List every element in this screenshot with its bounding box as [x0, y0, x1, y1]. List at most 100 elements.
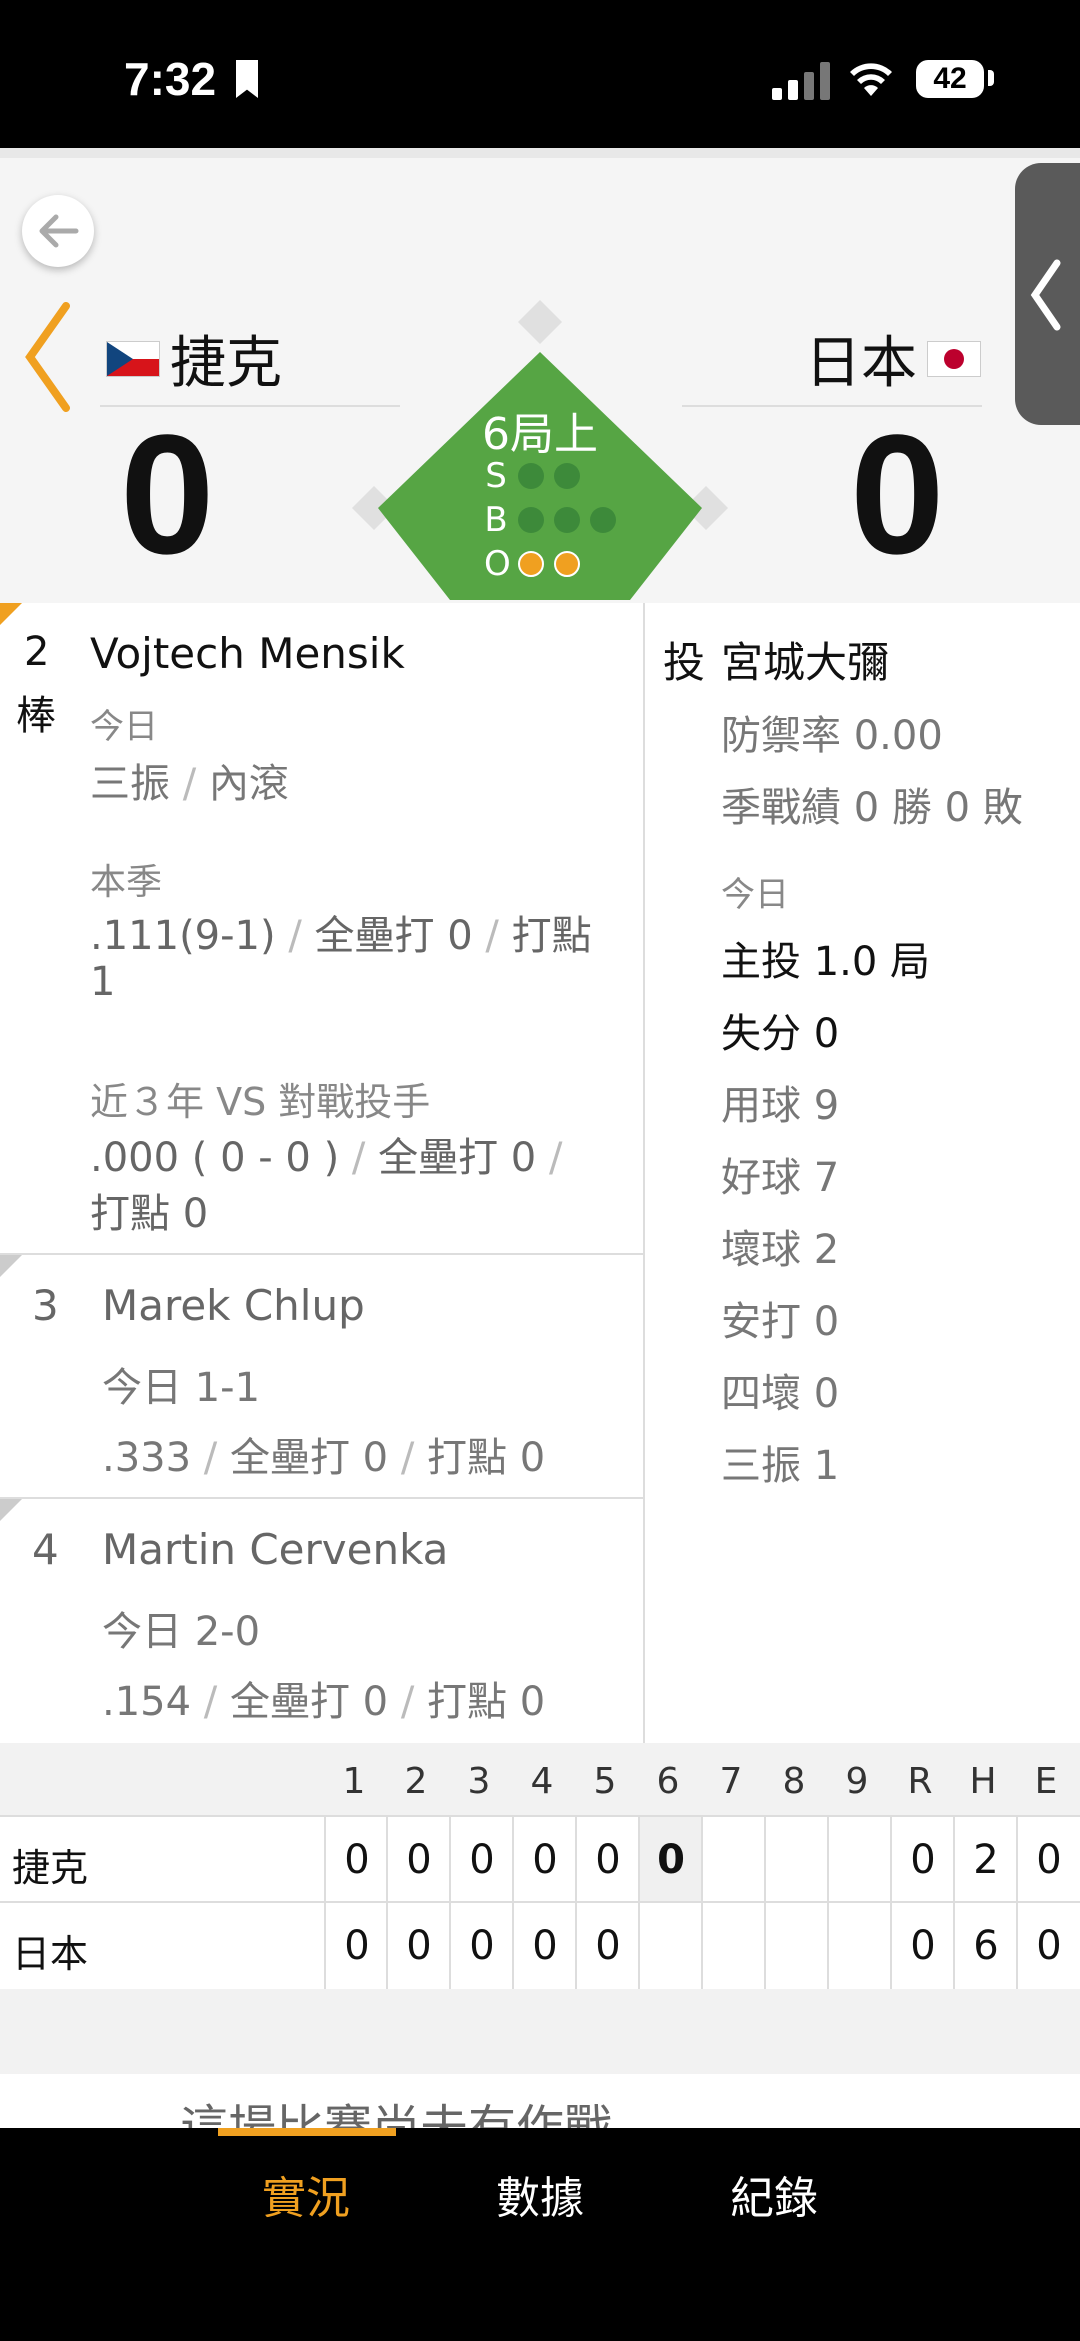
- vs-hr: 全壘打 0: [378, 1135, 537, 1181]
- score-cell: [827, 1817, 891, 1903]
- score-cell: [701, 1903, 765, 1989]
- side-panel-tab[interactable]: [1015, 163, 1080, 425]
- strike-dot: [518, 463, 544, 489]
- score-cell: 0: [449, 1817, 513, 1903]
- score-cell: [764, 1817, 828, 1903]
- score-cell: 0: [386, 1903, 450, 1989]
- out-dot: [554, 551, 580, 577]
- on-deck-avg: .154: [102, 1679, 192, 1725]
- pitcher-era: 防禦率 0.00: [721, 713, 943, 759]
- away-team: 捷克: [106, 318, 282, 399]
- pitcher-column: 投 宮城大彌 防禦率 0.00 季戰績 0 勝 0 敗 今日 主投 1.0 局 …: [645, 603, 1080, 1743]
- linescore-table: 1 2 3 4 5 6 7 8 9 R H E 捷克 0 0 0 0 0 0 0…: [0, 1743, 1080, 1991]
- header-cell: 6: [656, 1761, 680, 1802]
- result-2: 內滾: [208, 761, 289, 807]
- vs-stats: .000 ( 0 - 0 ) / 全壘打 0 /: [90, 1135, 563, 1181]
- card-marker: [0, 1255, 22, 1277]
- hits-cell: 2: [953, 1817, 1017, 1903]
- season-avg: .111(9-1): [90, 913, 276, 959]
- score-cell: [701, 1817, 765, 1903]
- score-cell: 0: [386, 1817, 450, 1903]
- today-results: 三振 / 內滾: [90, 761, 289, 807]
- score-cell: [827, 1903, 891, 1989]
- on-deck-hr: 全壘打 0: [229, 1435, 389, 1481]
- score-cell: [764, 1903, 828, 1989]
- score-cell: 0: [324, 1903, 388, 1989]
- away-score: 0: [120, 400, 215, 590]
- row-team: 捷克: [12, 1846, 89, 1890]
- current-batter-marker: [0, 603, 22, 625]
- result-1: 三振: [90, 761, 170, 807]
- table-row: 日本 0 0 0 0 0 0 6 0: [0, 1901, 1080, 1991]
- vs-label: 近３年 VS 對戰投手: [90, 1080, 431, 1124]
- on-deck-hr: 全壘打 0: [229, 1679, 389, 1725]
- ball-count: B: [484, 500, 616, 540]
- strike-dot: [554, 463, 580, 489]
- pitcher-hits: 安打 0: [721, 1299, 840, 1345]
- pitcher-walks: 四壞 0: [721, 1371, 840, 1417]
- on-deck-order: 4: [32, 1525, 59, 1574]
- bookmark-icon: [236, 60, 258, 98]
- back-button[interactable]: [22, 195, 94, 267]
- pitcher-name[interactable]: 宮城大彌: [721, 629, 889, 690]
- strike-count: S: [484, 456, 580, 496]
- score-cell: [638, 1903, 702, 1989]
- errors-cell: 0: [1016, 1903, 1080, 1989]
- pitcher-label: 投: [663, 638, 706, 687]
- previous-game-chevron-icon[interactable]: [22, 302, 72, 412]
- header-cell: E: [1034, 1761, 1058, 1802]
- on-deck-stats: .333 / 全壘打 0 / 打點 0: [102, 1435, 546, 1481]
- score-cell: 0: [575, 1817, 639, 1903]
- batter-name[interactable]: Vojtech Mensik: [90, 629, 405, 678]
- header-cell: 8: [782, 1761, 806, 1802]
- wifi-icon: [850, 63, 892, 96]
- on-deck-rbi: 打點 0: [427, 1679, 546, 1725]
- header-cell: 9: [845, 1761, 869, 1802]
- today-label: 今日: [90, 707, 158, 747]
- score-cell: 0: [575, 1903, 639, 1989]
- strike-label: S: [485, 456, 507, 496]
- divider: [0, 1497, 643, 1499]
- hits-cell: 6: [953, 1903, 1017, 1989]
- home-team: 日本: [805, 318, 981, 399]
- play-by-play-preview: 這場比賽尚未有作戰: [0, 2074, 1080, 2128]
- out-label: O: [484, 544, 511, 584]
- on-deck-avg: .333: [102, 1435, 192, 1481]
- status-bar: 7:32 42: [0, 0, 1080, 148]
- pitcher-strikes: 好球 7: [721, 1155, 840, 1201]
- pitcher-innings: 主投 1.0 局: [721, 939, 931, 985]
- table-row: 捷克 0 0 0 0 0 0 0 2 0: [0, 1815, 1080, 1903]
- header-cell: R: [907, 1761, 933, 1802]
- bottom-tab-bar: 實況 數據 紀錄: [0, 2128, 1080, 2341]
- header-cell: 7: [719, 1761, 743, 1802]
- score-cell: 0: [324, 1817, 388, 1903]
- home-team-name: 日本: [805, 331, 917, 396]
- tab-stats[interactable]: 數據: [496, 2162, 584, 2226]
- ball-dot: [590, 507, 616, 533]
- tab-live[interactable]: 實況: [262, 2162, 350, 2226]
- tab-records[interactable]: 紀錄: [730, 2162, 818, 2226]
- on-deck-name[interactable]: Martin Cervenka: [102, 1525, 448, 1574]
- on-deck-name[interactable]: Marek Chlup: [102, 1281, 365, 1330]
- on-deck-rbi: 打點 0: [427, 1435, 546, 1481]
- score-cell: 0: [512, 1903, 576, 1989]
- on-deck-today: 今日 1-1: [102, 1365, 261, 1411]
- season-rbi: 1: [90, 959, 116, 1005]
- out-count: O: [484, 544, 580, 584]
- current-inning-cell: 0: [638, 1817, 702, 1903]
- away-team-name: 捷克: [170, 331, 282, 396]
- season-rbi-label: 打點: [511, 913, 592, 959]
- season-stats: .111(9-1) / 全壘打 0 / 打點: [90, 913, 592, 959]
- errors-cell: 0: [1016, 1817, 1080, 1903]
- pitcher-record: 季戰績 0 勝 0 敗: [721, 785, 1023, 831]
- batter-order-label: 棒: [16, 693, 56, 739]
- chevron-left-icon: [1030, 259, 1061, 331]
- row-team: 日本: [12, 1932, 89, 1976]
- ball-dot: [554, 507, 580, 533]
- ball-dot: [518, 507, 544, 533]
- clock: 7:32: [124, 53, 217, 105]
- season-hr: 全壘打 0: [314, 913, 473, 959]
- matchup-panel: 2 棒 Vojtech Mensik 今日 三振 / 內滾 本季 .111(9-…: [0, 603, 1080, 1743]
- section-gap: [0, 1989, 1080, 2074]
- header-cell: 5: [593, 1761, 617, 1802]
